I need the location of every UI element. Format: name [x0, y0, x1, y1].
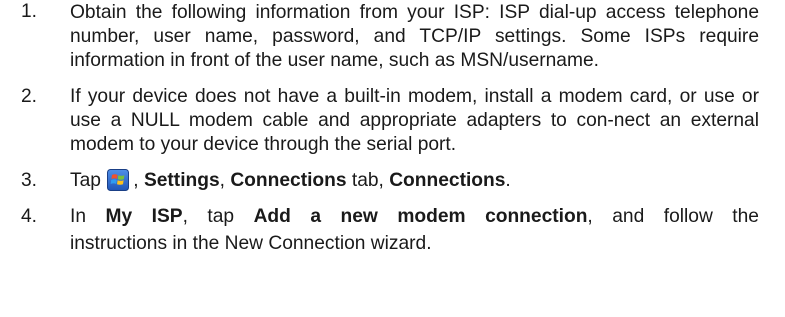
windows-start-icon — [107, 169, 130, 191]
step-2: 2. If your device does not have a built-… — [0, 85, 785, 157]
step-number: 1. — [21, 1, 38, 22]
step-text-sep: , — [133, 170, 144, 191]
step-text-mid: tab, — [346, 170, 390, 191]
connections-label: Connections — [389, 170, 506, 191]
step-text-last-line: instructions in the New Connection wizar… — [70, 229, 759, 259]
step-text-prefix: Tap — [70, 170, 101, 191]
step-number: 3. — [21, 170, 38, 191]
add-modem-connection-label: Add a new modem connection — [253, 206, 588, 227]
step-text-end: . — [505, 170, 511, 191]
step-text-mid: , tap — [182, 206, 254, 227]
step-3: 3. Tap , Settings, Connections tab, Conn… — [0, 169, 785, 193]
step-text-prefix: In — [70, 206, 106, 227]
step-4: 4. In My ISP, tap Add a new modem connec… — [0, 205, 785, 259]
instruction-steps: 1. Obtain the following information from… — [0, 0, 785, 259]
settings-label: Settings — [143, 170, 220, 191]
step-1: 1. Obtain the following information from… — [0, 0, 785, 73]
step-text: If your device does not have a built-in … — [70, 86, 759, 155]
step-number: 2. — [21, 86, 38, 107]
step-text-rest: , and follow the — [587, 206, 759, 227]
step-text: In My ISP, tap Add a new modem connectio… — [70, 205, 759, 229]
step-number: 4. — [21, 206, 38, 227]
step-text-sep: , — [219, 170, 231, 191]
step-text: Tap , Settings, Connections tab, Connect… — [70, 169, 759, 193]
step-text-continued: instructions in the New Connection wizar… — [70, 233, 432, 254]
step-text: Obtain the following information from yo… — [70, 2, 759, 71]
connections-tab-label: Connections — [230, 170, 347, 191]
my-isp-label: My ISP — [105, 206, 183, 227]
